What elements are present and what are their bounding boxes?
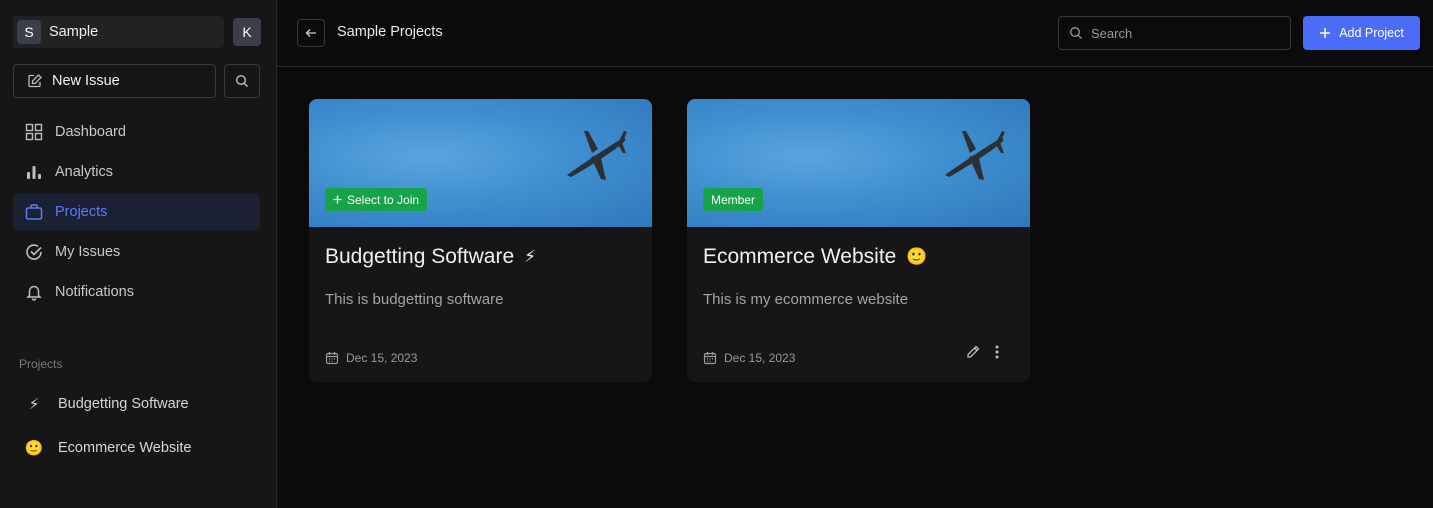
smiley-emoji-icon: 🙂 bbox=[906, 247, 928, 266]
sidebar-item-label: Projects bbox=[55, 204, 108, 220]
plus-icon bbox=[333, 195, 342, 204]
project-description: This is my ecommerce website bbox=[703, 291, 909, 308]
sidebar-item-my-issues[interactable]: My Issues bbox=[13, 234, 260, 270]
bar-chart-icon bbox=[27, 166, 41, 179]
sidebar-project-label: Ecommerce Website bbox=[58, 440, 192, 456]
pencil-icon[interactable] bbox=[965, 344, 981, 360]
project-date: Dec 15, 2023 bbox=[325, 351, 417, 365]
badge-label: Select to Join bbox=[347, 192, 420, 207]
project-card-ecommerce-website[interactable]: Member Ecommerce Website 🙂 This is my ec… bbox=[687, 99, 1030, 382]
search-box[interactable] bbox=[1058, 16, 1291, 50]
user-avatar[interactable]: K bbox=[233, 18, 261, 46]
sidebar-project-budgetting-software[interactable]: ⚡ Budgetting Software bbox=[24, 386, 192, 422]
badge-label: Member bbox=[711, 192, 756, 207]
edit-icon bbox=[28, 74, 42, 88]
workspace-avatar: S bbox=[17, 20, 41, 44]
workspace-row: S Sample K bbox=[13, 16, 261, 48]
bell-icon bbox=[26, 285, 42, 301]
more-vertical-icon[interactable] bbox=[995, 345, 999, 359]
project-card-budgetting-software[interactable]: Select to Join Budgetting Software ⚡ Thi… bbox=[309, 99, 652, 382]
page-title: Sample Projects bbox=[337, 24, 443, 40]
sidebar: S Sample K New Issue Dashboard Analytics… bbox=[0, 0, 277, 508]
project-cover-image: Select to Join bbox=[309, 99, 652, 227]
sidebar-item-label: Analytics bbox=[55, 164, 114, 180]
main-content: Sample Projects Add Project bbox=[277, 0, 1433, 508]
sidebar-item-analytics[interactable]: Analytics bbox=[13, 154, 260, 190]
add-project-button[interactable]: Add Project bbox=[1303, 16, 1420, 50]
project-card-actions bbox=[965, 344, 999, 360]
airplane-icon bbox=[945, 131, 1005, 180]
sidebar-item-label: My Issues bbox=[55, 244, 121, 260]
top-bar: Sample Projects Add Project bbox=[277, 0, 1433, 67]
briefcase-icon bbox=[25, 204, 43, 220]
project-title: Ecommerce Website 🙂 bbox=[703, 245, 928, 269]
plus-icon bbox=[1320, 28, 1331, 38]
search-icon bbox=[235, 74, 249, 88]
projects-section-heading: Projects bbox=[19, 357, 63, 371]
sidebar-item-label: Dashboard bbox=[55, 124, 126, 140]
grid-icon bbox=[25, 123, 43, 141]
app-root: S Sample K New Issue Dashboard Analytics… bbox=[0, 0, 1433, 508]
project-date: Dec 15, 2023 bbox=[703, 351, 795, 365]
sidebar-project-list: ⚡ Budgetting Software 🙂 Ecommerce Websit… bbox=[24, 386, 192, 474]
select-to-join-badge[interactable]: Select to Join bbox=[325, 188, 428, 211]
search-input[interactable] bbox=[1091, 25, 1271, 41]
sidebar-item-projects[interactable]: Projects bbox=[13, 194, 260, 230]
lightning-emoji-icon: ⚡ bbox=[28, 396, 40, 413]
search-icon bbox=[1070, 27, 1083, 40]
project-description: This is budgetting software bbox=[325, 291, 504, 308]
back-button[interactable] bbox=[297, 19, 325, 47]
project-title-text: Ecommerce Website bbox=[703, 245, 897, 268]
sidebar-item-label: Notifications bbox=[55, 284, 134, 300]
new-issue-label: New Issue bbox=[52, 73, 120, 89]
airplane-icon bbox=[567, 131, 627, 180]
workspace-switcher[interactable]: S Sample bbox=[13, 16, 224, 48]
add-project-label: Add Project bbox=[1339, 26, 1404, 40]
project-title: Budgetting Software ⚡ bbox=[325, 245, 536, 269]
project-date-text: Dec 15, 2023 bbox=[724, 351, 796, 365]
sidebar-search-button[interactable] bbox=[224, 64, 260, 98]
project-title-text: Budgetting Software bbox=[325, 245, 515, 268]
calendar-icon bbox=[703, 352, 717, 365]
calendar-icon bbox=[325, 352, 339, 365]
check-circle-icon bbox=[26, 244, 42, 260]
sidebar-project-ecommerce-website[interactable]: 🙂 Ecommerce Website bbox=[24, 430, 192, 466]
new-issue-button[interactable]: New Issue bbox=[13, 64, 216, 98]
project-cover-image: Member bbox=[687, 99, 1030, 227]
sidebar-nav: Dashboard Analytics Projects My Issues N… bbox=[13, 114, 260, 314]
smiley-emoji-icon: 🙂 bbox=[24, 440, 44, 457]
workspace-name: Sample bbox=[49, 24, 99, 40]
member-badge: Member bbox=[703, 188, 764, 211]
project-date-text: Dec 15, 2023 bbox=[346, 351, 418, 365]
sidebar-project-label: Budgetting Software bbox=[58, 396, 189, 412]
arrow-left-icon bbox=[305, 29, 316, 37]
sidebar-item-dashboard[interactable]: Dashboard bbox=[13, 114, 260, 150]
sidebar-item-notifications[interactable]: Notifications bbox=[13, 274, 260, 310]
lightning-emoji-icon: ⚡ bbox=[524, 247, 537, 266]
